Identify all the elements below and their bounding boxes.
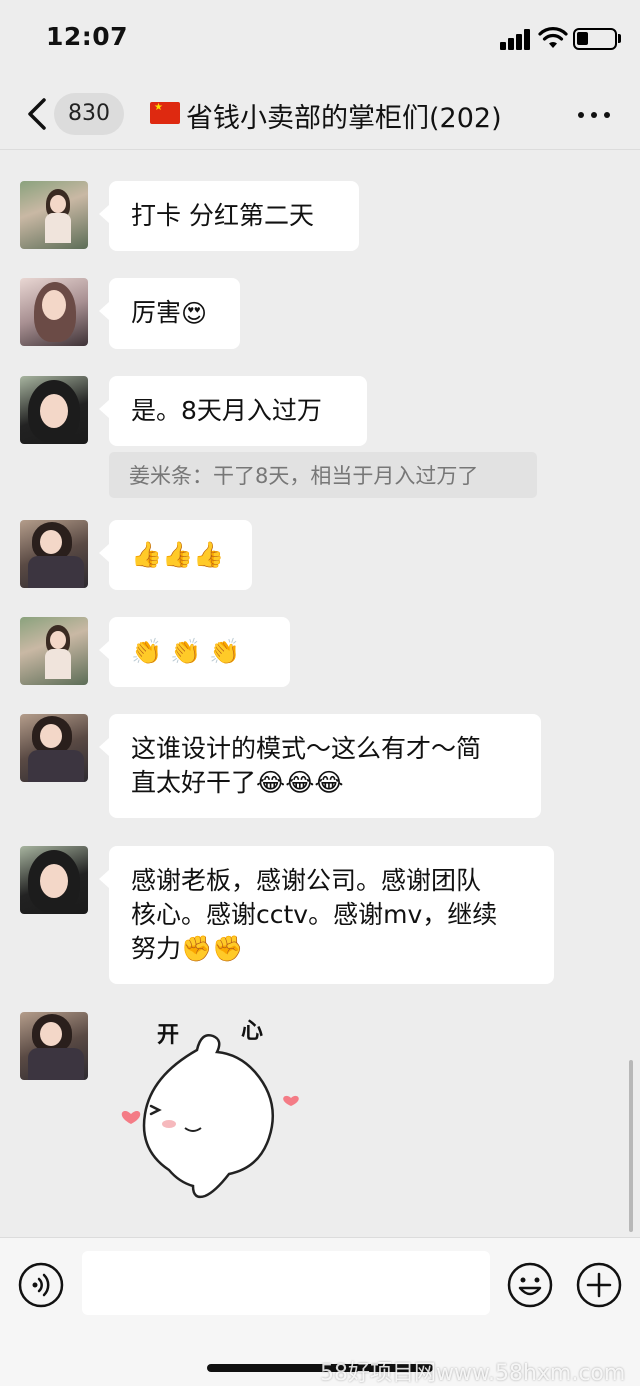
message-bubble[interactable]: 厉害😍 [99,278,240,349]
message-text: 打卡 分红第二天 [131,201,314,230]
wifi-icon [538,27,568,48]
status-bar: 12:07 [0,0,640,80]
emoji-icon[interactable] [507,1262,553,1308]
quoted-message[interactable]: 姜米条：干了8天，相当于月入过万了 [109,452,537,498]
message-bubble[interactable]: 打卡 分红第二天 [99,181,359,251]
avatar[interactable] [20,520,88,588]
message-text-line: 感谢老板，感谢公司。感谢团队 [131,866,482,895]
voice-icon[interactable] [18,1262,64,1308]
chevron-left-icon[interactable] [22,94,52,134]
scrollbar[interactable] [629,1060,633,1232]
plus-icon[interactable] [576,1262,622,1308]
chat-header: 830 ★ 省钱小卖部的掌柜们(202) [0,80,640,150]
avatar[interactable] [20,181,88,249]
unread-count-badge[interactable]: 830 [54,93,124,135]
avatar[interactable] [20,376,88,444]
watermark: 58好项目网www.58hxm.com [320,1361,626,1386]
message-text: 厉害 [131,298,182,327]
message-text-line: 努力✊✊ [131,934,244,963]
message-text: 是。8天月入过万 [131,396,322,425]
happy-bun-sticker[interactable]: 开 心 [109,1010,329,1210]
message-bubble[interactable]: 这谁设计的模式～这么有才～简 直太好干了😂😂😂 [99,714,541,818]
message-bubble[interactable]: 👍👍👍 [99,520,252,590]
message-text-line: 核心。感谢cctv。感谢mv，继续 [131,900,498,929]
sticker-text-2: 心 [241,1019,263,1044]
message-emoji: 👍👍👍 [131,540,225,569]
battery-level [577,32,588,45]
status-time: 12:07 [46,22,129,51]
heart-eyes-emoji: 😍 [181,299,208,328]
avatar[interactable] [20,1012,88,1080]
message-bubble[interactable]: 感谢老板，感谢公司。感谢团队 核心。感谢cctv。感谢mv，继续 努力✊✊ [99,846,554,984]
avatar[interactable] [20,714,88,782]
message-text-line: 直太好干了😂😂😂 [131,768,344,797]
battery-icon [573,28,617,50]
message-input[interactable] [82,1251,490,1315]
message-text-line: 这谁设计的模式～这么有才～简 [131,734,482,763]
battery-cap [618,34,621,43]
sticker-text-1: 开 [157,1023,179,1048]
avatar[interactable] [20,278,88,346]
message-bubble[interactable]: 👏 👏 👏 [99,617,290,687]
more-dots-icon[interactable] [578,112,610,118]
avatar[interactable] [20,617,88,685]
message-bubble[interactable]: 是。8天月入过万 [99,376,367,446]
china-flag-icon: ★ [150,102,180,124]
chat-title[interactable]: 省钱小卖部的掌柜们(202) [186,96,502,135]
signal-icon [500,28,532,50]
avatar[interactable] [20,846,88,914]
message-emoji: 👏 👏 👏 [131,637,241,666]
